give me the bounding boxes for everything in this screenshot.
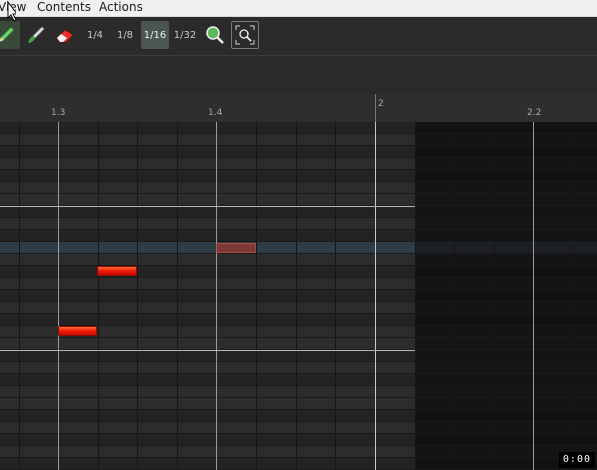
grid-line bbox=[177, 122, 178, 470]
piano-roll-row[interactable] bbox=[0, 230, 597, 242]
midi-note[interactable] bbox=[97, 266, 137, 276]
midi-note[interactable] bbox=[58, 326, 97, 336]
piano-roll-row[interactable] bbox=[0, 398, 597, 410]
piano-roll-row[interactable] bbox=[0, 194, 597, 206]
grid-line bbox=[19, 122, 20, 470]
time-display: 0:00 bbox=[558, 452, 595, 468]
piano-roll-row[interactable] bbox=[0, 302, 597, 314]
piano-roll-row[interactable] bbox=[0, 446, 597, 458]
piano-roll-row[interactable] bbox=[0, 386, 597, 398]
piano-roll-row[interactable] bbox=[0, 290, 597, 302]
timeline-ruler[interactable]: 1.3 1.4 2 2.2 bbox=[0, 94, 597, 123]
menu-actions[interactable]: Actions bbox=[99, 0, 143, 16]
grid-line bbox=[454, 122, 455, 470]
toolbar: 1/4 1/8 1/16 1/32 bbox=[0, 17, 597, 56]
grid-quarter-button[interactable]: 1/4 bbox=[81, 21, 109, 49]
piano-roll-row[interactable] bbox=[0, 266, 597, 278]
piano-roll-row[interactable] bbox=[0, 254, 597, 266]
ruler-label-1-4: 1.4 bbox=[208, 108, 223, 118]
pencil-tool-button[interactable] bbox=[0, 21, 20, 49]
octave-line bbox=[0, 350, 415, 351]
grid-line bbox=[98, 122, 99, 470]
grid-eighth-button[interactable]: 1/8 bbox=[111, 21, 139, 49]
grid-thirtysecond-button[interactable]: 1/32 bbox=[171, 21, 199, 49]
eraser-tool-button[interactable] bbox=[51, 21, 79, 49]
ruler-label-2-2: 2.2 bbox=[527, 108, 542, 118]
piano-roll-row[interactable] bbox=[0, 134, 597, 146]
menu-contents[interactable]: Contents bbox=[37, 0, 91, 16]
piano-roll-row[interactable] bbox=[0, 206, 597, 218]
piano-roll-row[interactable] bbox=[0, 146, 597, 158]
piano-roll-row[interactable] bbox=[0, 458, 597, 470]
mouse-cursor-icon bbox=[7, 0, 16, 22]
piano-roll-row[interactable] bbox=[0, 338, 597, 350]
grid-line bbox=[256, 122, 257, 470]
piano-roll-grid[interactable] bbox=[0, 122, 597, 470]
piano-roll-row[interactable] bbox=[0, 182, 597, 194]
piano-roll-row[interactable] bbox=[0, 434, 597, 446]
menu-bar: View Contents Actions bbox=[0, 0, 597, 17]
piano-roll-row[interactable] bbox=[0, 278, 597, 290]
piano-roll-row[interactable] bbox=[0, 158, 597, 170]
beat-line bbox=[533, 122, 534, 470]
eraser-icon bbox=[56, 29, 74, 43]
grid-line bbox=[573, 122, 574, 470]
track-header-band bbox=[0, 56, 597, 94]
beat-line bbox=[58, 122, 59, 470]
grid-line bbox=[415, 122, 416, 470]
zoom-fit-icon bbox=[235, 25, 255, 45]
grid-line bbox=[296, 122, 297, 470]
octave-line bbox=[0, 206, 415, 207]
piano-roll-row[interactable] bbox=[0, 410, 597, 422]
brush-icon bbox=[28, 26, 45, 43]
piano-roll-row[interactable] bbox=[0, 422, 597, 434]
piano-roll-row[interactable] bbox=[0, 218, 597, 230]
piano-roll-row[interactable] bbox=[0, 374, 597, 386]
ruler-label-1-3: 1.3 bbox=[51, 108, 66, 118]
brush-tool-button[interactable] bbox=[21, 21, 49, 49]
piano-roll-row[interactable] bbox=[0, 362, 597, 374]
grid-sixteenth-button[interactable]: 1/16 bbox=[141, 21, 169, 49]
zoom-in-icon bbox=[206, 26, 224, 44]
grid-line bbox=[137, 122, 138, 470]
piano-roll-row[interactable] bbox=[0, 122, 597, 134]
grid-line bbox=[335, 122, 336, 470]
piano-roll-row[interactable] bbox=[0, 242, 597, 254]
piano-roll-row[interactable] bbox=[0, 314, 597, 326]
beat-line bbox=[375, 122, 376, 470]
beat-line bbox=[216, 122, 217, 470]
piano-roll-row[interactable] bbox=[0, 170, 597, 182]
zoom-fit-button[interactable] bbox=[231, 21, 259, 49]
ghost-note[interactable] bbox=[216, 243, 256, 253]
ruler-bar-marker bbox=[375, 94, 376, 122]
piano-roll-row[interactable] bbox=[0, 350, 597, 362]
grid-line bbox=[494, 122, 495, 470]
zoom-in-button[interactable] bbox=[201, 21, 229, 49]
pencil-icon bbox=[0, 26, 15, 43]
ruler-label-2: 2 bbox=[378, 99, 384, 109]
